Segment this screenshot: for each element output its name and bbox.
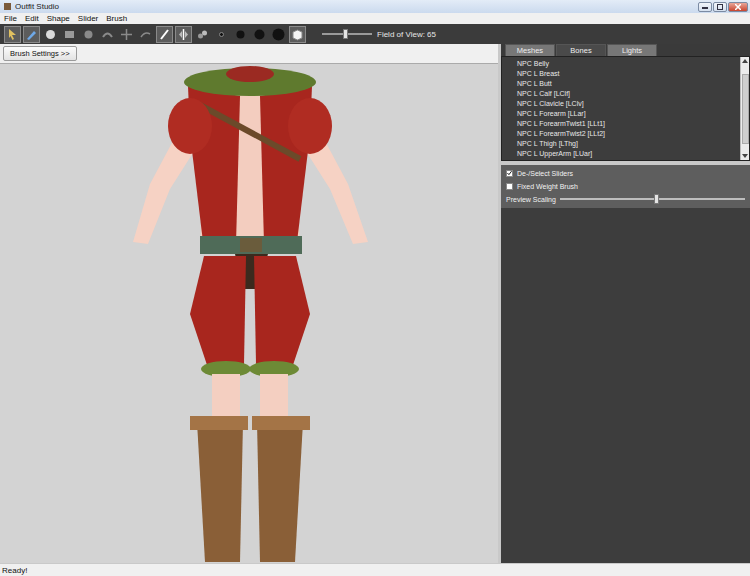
bone-item[interactable]: NPC L ForearmTwist1 [LLt1] — [517, 119, 740, 129]
side-panel: MeshesBonesLightsNPC BellyNPC L BreastNP… — [501, 44, 750, 563]
checkbox-row[interactable]: De-/Select Sliders — [506, 168, 745, 178]
bone-item[interactable]: NPC L UpperArm [LUar] — [517, 149, 740, 159]
menu-item[interactable]: Slider — [74, 13, 102, 24]
tool-button[interactable] — [251, 26, 268, 43]
minimize-icon — [702, 5, 708, 9]
cube-icon — [291, 28, 304, 41]
maximize-icon — [717, 4, 723, 10]
inflate-icon — [82, 28, 95, 41]
viewport-pane: Brush Settings >> — [0, 44, 498, 563]
menu-item[interactable]: Edit — [21, 13, 43, 24]
tool-button[interactable] — [194, 26, 211, 43]
slider-thumb[interactable] — [654, 194, 659, 204]
checkbox[interactable] — [506, 183, 513, 190]
bone-item[interactable]: NPC Belly — [517, 59, 740, 69]
menu-bar: FileEditShapeSliderBrush — [0, 13, 750, 24]
scroll-down-icon[interactable] — [741, 152, 749, 160]
tool-button[interactable] — [42, 26, 59, 43]
brush-icon — [25, 28, 38, 41]
title-bar: Outfit Studio — [0, 0, 750, 13]
tool-button[interactable] — [137, 26, 154, 43]
tab[interactable]: Bones — [556, 44, 606, 56]
options-panel: De-/Select Sliders Fixed Weight Brush Prev… — [501, 165, 750, 208]
dot-medium-icon — [234, 28, 247, 41]
field-of-view: Field of View: 65 — [322, 30, 436, 39]
bone-item[interactable]: NPC L Thigh [LThg] — [517, 139, 740, 149]
fov-slider-thumb[interactable] — [343, 29, 348, 39]
mask-icon — [44, 28, 57, 41]
unmask-icon — [63, 28, 76, 41]
app-icon — [3, 2, 12, 11]
tab-row: MeshesBonesLights — [501, 44, 750, 56]
preview-scaling-slider[interactable] — [560, 198, 745, 200]
bone-rows: NPC BellyNPC L BreastNPC L ButtNPC L Cal… — [502, 57, 740, 160]
status-bar: Ready! — [0, 563, 750, 576]
bone-item[interactable]: NPC L Butt — [517, 79, 740, 89]
scroll-thumb[interactable] — [742, 74, 749, 144]
menu-item[interactable]: Shape — [43, 13, 74, 24]
brush-settings-button[interactable]: Brush Settings >> — [3, 46, 77, 61]
window-buttons — [698, 2, 748, 12]
minimize-button[interactable] — [698, 2, 712, 12]
toolbar: Field of View: 65 — [0, 24, 750, 44]
tool-button[interactable] — [99, 26, 116, 43]
weight-icon — [158, 28, 171, 41]
close-icon — [735, 4, 741, 10]
close-button[interactable] — [728, 2, 748, 12]
tool-button[interactable] — [156, 26, 173, 43]
bone-item[interactable]: NPC L Calf [LClf] — [517, 89, 740, 99]
scroll-up-icon[interactable] — [741, 57, 749, 65]
checkbox[interactable] — [506, 170, 513, 177]
window-title: Outfit Studio — [15, 2, 695, 11]
tool-button[interactable] — [213, 26, 230, 43]
move-icon — [120, 28, 133, 41]
checkbox-row[interactable]: Fixed Weight Brush — [506, 181, 745, 191]
tool-button[interactable] — [61, 26, 78, 43]
check-icon — [507, 170, 512, 176]
maximize-button[interactable] — [713, 2, 727, 12]
tool-button[interactable] — [289, 26, 306, 43]
tool-button[interactable] — [23, 26, 40, 43]
bone-item[interactable]: NPC L ForearmTwist2 [LLt2] — [517, 129, 740, 139]
brush-bar: Brush Settings >> — [0, 44, 498, 63]
outfit-model-icon[interactable] — [0, 64, 498, 563]
link-icon — [196, 28, 209, 41]
app-window: Outfit Studio FileEditShapeSliderBrush Fie… — [0, 0, 750, 576]
tool-button[interactable] — [270, 26, 287, 43]
slider-area — [501, 208, 750, 563]
deflate-icon — [101, 28, 114, 41]
tab[interactable]: Lights — [607, 44, 657, 56]
menu-item[interactable]: Brush — [102, 13, 131, 24]
tool-button[interactable] — [175, 26, 192, 43]
bone-item[interactable]: NPC L Clavicle [LClv] — [517, 99, 740, 109]
tool-button[interactable] — [4, 26, 21, 43]
smooth-icon — [139, 28, 152, 41]
fov-slider[interactable] — [322, 33, 372, 35]
bone-item[interactable]: NPC L Forearm [LLar] — [517, 109, 740, 119]
tool-button[interactable] — [232, 26, 249, 43]
dot-large-icon — [253, 28, 266, 41]
tool-button[interactable] — [118, 26, 135, 43]
tab[interactable]: Meshes — [505, 44, 555, 56]
bone-list: NPC BellyNPC L BreastNPC L ButtNPC L Cal… — [501, 56, 750, 161]
fov-label: Field of View: 65 — [377, 30, 436, 39]
slider-row: Preview Scaling — [506, 194, 745, 204]
dot-xlarge-icon — [272, 28, 285, 41]
main-area: Brush Settings >>MeshesBonesLightsNPC Be… — [0, 44, 750, 563]
dot-small-icon — [215, 28, 228, 41]
mirror-icon — [177, 28, 190, 41]
select-icon — [6, 28, 19, 41]
bone-item[interactable]: NPC L Breast — [517, 69, 740, 79]
viewport-3d[interactable] — [0, 63, 498, 563]
menu-item[interactable]: File — [0, 13, 21, 24]
scrollbar[interactable] — [740, 57, 749, 160]
tool-button[interactable] — [80, 26, 97, 43]
